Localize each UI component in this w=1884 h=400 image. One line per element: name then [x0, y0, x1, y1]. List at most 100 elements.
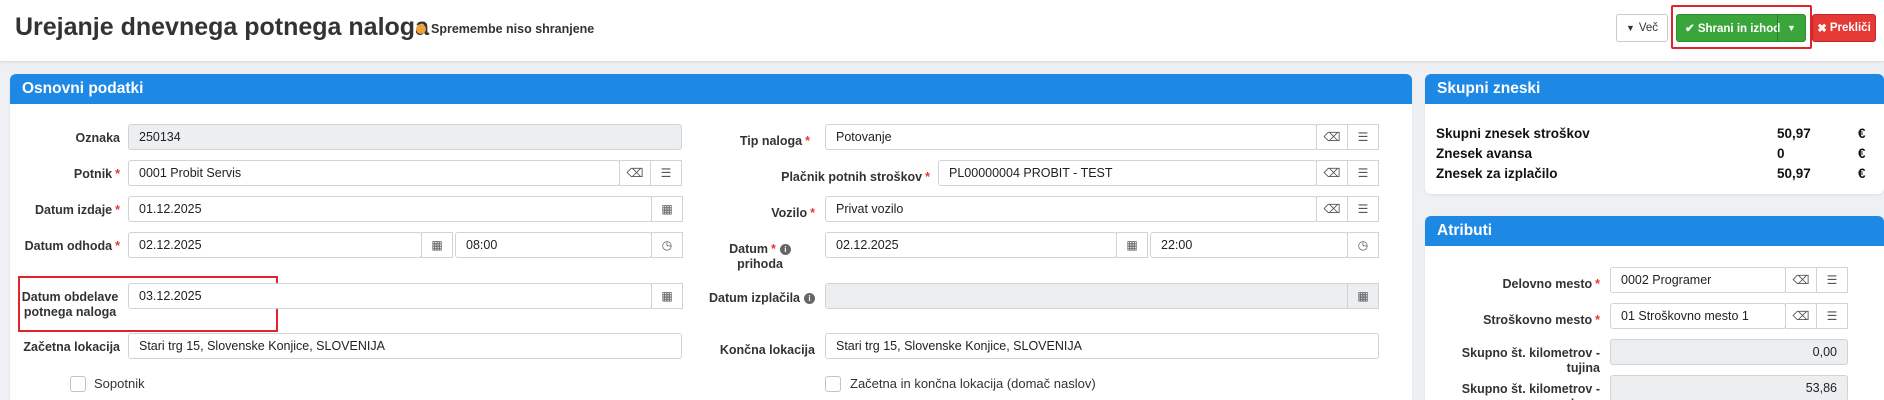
calendar-icon: ▦ [661, 289, 673, 303]
times-icon: ✖ [1817, 23, 1827, 35]
unsaved-indicator: Spremembe niso shranjene [416, 22, 594, 36]
vozilo-clear-button[interactable]: ⌫ [1316, 196, 1348, 222]
obdelave-calendar-button[interactable]: ▦ [651, 283, 683, 309]
list-icon: ☰ [1357, 166, 1369, 180]
domac-naslov-label: Začetna in končna lokacija (domač naslov… [850, 376, 1096, 391]
eraser-icon: ⌫ [626, 166, 644, 180]
calendar-icon: ▦ [661, 202, 673, 216]
sopotnik-label: Sopotnik [94, 376, 145, 391]
eraser-icon: ⌫ [1323, 130, 1341, 144]
unsaved-text: Spremembe niso shranjene [431, 22, 595, 36]
calendar-icon: ▦ [1357, 289, 1369, 303]
prihoda-clock-button[interactable]: ◷ [1347, 232, 1379, 258]
basic-data-title: Osnovni podatki [10, 74, 1412, 104]
tip-list-button[interactable]: ☰ [1347, 124, 1379, 150]
placnik-list-button[interactable]: ☰ [1347, 160, 1379, 186]
prihoda-calendar-button[interactable]: ▦ [1116, 232, 1148, 258]
delovno-mesto-field[interactable]: 0002 Programer [1610, 267, 1786, 293]
list-icon: ☰ [1357, 202, 1369, 216]
payout-value: 50,97 [1777, 166, 1811, 181]
obdelave-label: Datum obdelave potnega naloga [21, 290, 119, 319]
strosek-mesto-field[interactable]: 01 Stroškovno mesto 1 [1610, 303, 1786, 329]
more-button-label: Več [1638, 22, 1659, 34]
list-icon: ☰ [1357, 130, 1369, 144]
payout-label: Znesek za izplačilo [1436, 166, 1558, 181]
odhoda-label: Datum odhoda * [24, 239, 120, 253]
izdaje-label: Datum izdaje * [35, 203, 120, 217]
advance-value: 0 [1777, 146, 1785, 161]
placnik-field[interactable]: PL00000004 PROBIT - TEST [938, 160, 1317, 186]
eraser-icon: ⌫ [1323, 166, 1341, 180]
cancel-button-label: Prekliči [1829, 22, 1871, 34]
eraser-icon: ⌫ [1323, 202, 1341, 216]
list-icon: ☰ [1826, 309, 1838, 323]
total-costs-label: Skupni znesek stroškov [1436, 126, 1590, 141]
placnik-label: Plačnik potnih stroškov * [781, 170, 930, 184]
domac-naslov-checkbox[interactable] [825, 376, 841, 392]
calendar-icon: ▦ [1126, 238, 1138, 252]
delovno-mesto-clear-button[interactable]: ⌫ [1785, 267, 1817, 293]
top-bar: Urejanje dnevnega potnega naloga Spremem… [0, 0, 1884, 62]
km-tujina-field[interactable]: 0,00 [1610, 339, 1848, 365]
page-title: Urejanje dnevnega potnega naloga [15, 13, 429, 41]
advance-label: Znesek avansa [1436, 146, 1533, 161]
vozilo-label: Vozilo * [771, 206, 815, 220]
oznaka-label: Oznaka [75, 131, 120, 145]
odhoda-calendar-button[interactable]: ▦ [421, 232, 453, 258]
izdaje-calendar-button[interactable]: ▦ [651, 196, 683, 222]
info-icon[interactable]: i [804, 293, 815, 304]
strosek-mesto-label: Stroškovno mesto * [1483, 313, 1600, 327]
vozilo-list-button[interactable]: ☰ [1347, 196, 1379, 222]
odhoda-date-field[interactable]: 02.12.2025 [128, 232, 422, 258]
zacetna-label: Začetna lokacija [23, 340, 120, 354]
oznaka-field[interactable]: 250134 [128, 124, 682, 150]
total-costs-currency: € [1858, 126, 1866, 141]
tip-clear-button[interactable]: ⌫ [1316, 124, 1348, 150]
potnik-clear-button[interactable]: ⌫ [619, 160, 651, 186]
advance-currency: € [1858, 146, 1866, 161]
attributes-title: Atributi [1425, 216, 1884, 246]
calendar-icon: ▦ [431, 238, 443, 252]
potnik-label: Potnik * [73, 167, 120, 181]
sopotnik-checkbox[interactable] [70, 376, 86, 392]
vozilo-field[interactable]: Privat vozilo [825, 196, 1317, 222]
clock-icon: ◷ [1357, 238, 1369, 252]
izplacila-label: Datum izplačila i [680, 291, 815, 306]
km-doma-label: Skupno št. kilometrov - doma [1461, 382, 1600, 400]
more-button[interactable]: ▼ Več [1616, 14, 1668, 42]
potnik-field[interactable]: 0001 Probit Servis [128, 160, 620, 186]
odhoda-time-field[interactable]: 08:00 [455, 232, 652, 258]
izplacila-date-field[interactable] [825, 283, 1348, 309]
koncna-field[interactable]: Stari trg 15, Slovenske Konjice, SLOVENI… [825, 333, 1379, 359]
prihoda-label: Datum * i prihoda [700, 242, 820, 272]
list-icon: ☰ [1826, 273, 1838, 287]
delovno-mesto-list-button[interactable]: ☰ [1816, 267, 1848, 293]
payout-currency: € [1858, 166, 1866, 181]
unsaved-dot-icon [416, 24, 426, 34]
list-icon: ☰ [660, 166, 672, 180]
clock-icon: ◷ [661, 238, 673, 252]
cancel-button[interactable]: ✖ Prekliči [1812, 14, 1876, 42]
potnik-list-button[interactable]: ☰ [650, 160, 682, 186]
placnik-clear-button[interactable]: ⌫ [1316, 160, 1348, 186]
eraser-icon: ⌫ [1792, 273, 1810, 287]
totals-title: Skupni zneski [1425, 74, 1884, 104]
km-doma-field[interactable]: 53,86 [1610, 375, 1848, 400]
obdelave-date-field[interactable]: 03.12.2025 [128, 283, 652, 309]
total-costs-value: 50,97 [1777, 126, 1811, 141]
izdaje-date-field[interactable]: 01.12.2025 [128, 196, 652, 222]
odhoda-clock-button[interactable]: ◷ [651, 232, 683, 258]
tip-label: Tip naloga * [739, 134, 810, 148]
izplacila-calendar-button[interactable]: ▦ [1347, 283, 1379, 309]
caret-down-icon: ▼ [1625, 23, 1635, 33]
zacetna-field[interactable]: Stari trg 15, Slovenske Konjice, SLOVENI… [128, 333, 682, 359]
prihoda-date-field[interactable]: 02.12.2025 [825, 232, 1117, 258]
strosek-mesto-list-button[interactable]: ☰ [1816, 303, 1848, 329]
info-icon[interactable]: i [779, 244, 791, 255]
delovno-mesto-label: Delovno mesto * [1502, 277, 1600, 291]
strosek-mesto-clear-button[interactable]: ⌫ [1785, 303, 1817, 329]
prihoda-time-field[interactable]: 22:00 [1150, 232, 1348, 258]
tip-field[interactable]: Potovanje [825, 124, 1317, 150]
koncna-label: Končna lokacija [719, 343, 815, 357]
save-highlight-box [1671, 5, 1812, 49]
